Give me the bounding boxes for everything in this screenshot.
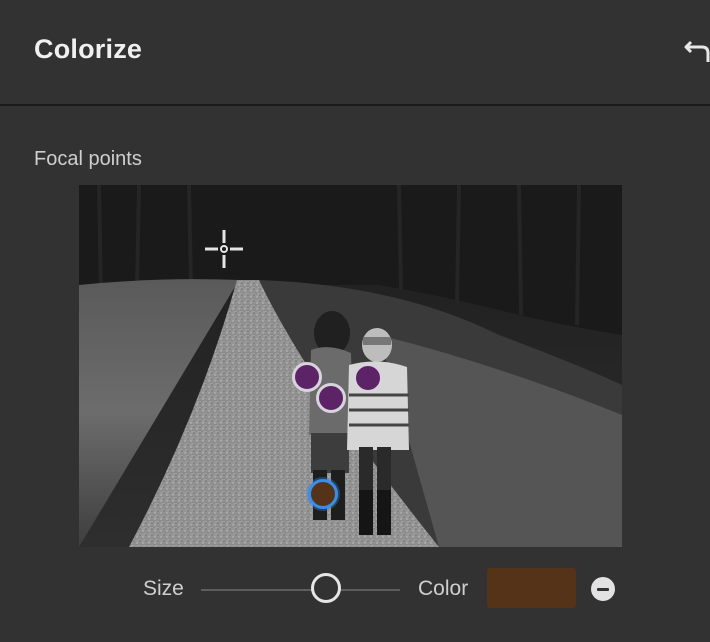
size-slider-thumb[interactable]: [311, 573, 342, 603]
focal-point-3[interactable]: [353, 363, 383, 393]
focal-point-4[interactable]: [308, 479, 338, 509]
crosshair-icon[interactable]: [203, 228, 245, 270]
panel-header: Colorize: [0, 0, 710, 104]
focal-point-2[interactable]: [316, 383, 346, 413]
undo-icon[interactable]: [684, 38, 710, 66]
colorize-panel: Colorize Focal points Size Color: [0, 0, 710, 642]
size-slider[interactable]: [201, 589, 400, 591]
focal-points-image[interactable]: [79, 185, 622, 547]
panel-title: Colorize: [34, 34, 143, 64]
size-label: Size: [143, 577, 184, 600]
color-swatch[interactable]: [487, 568, 576, 608]
header-divider: [0, 104, 710, 106]
focal-point-1[interactable]: [292, 362, 322, 392]
focal-points-label: Focal points: [34, 148, 142, 170]
grayscale-photo: [79, 185, 622, 547]
color-label: Color: [418, 577, 469, 600]
focal-point-controls: Size Color: [0, 560, 710, 620]
minus-bar: [597, 587, 609, 591]
minus-circle-icon[interactable]: [591, 577, 615, 601]
